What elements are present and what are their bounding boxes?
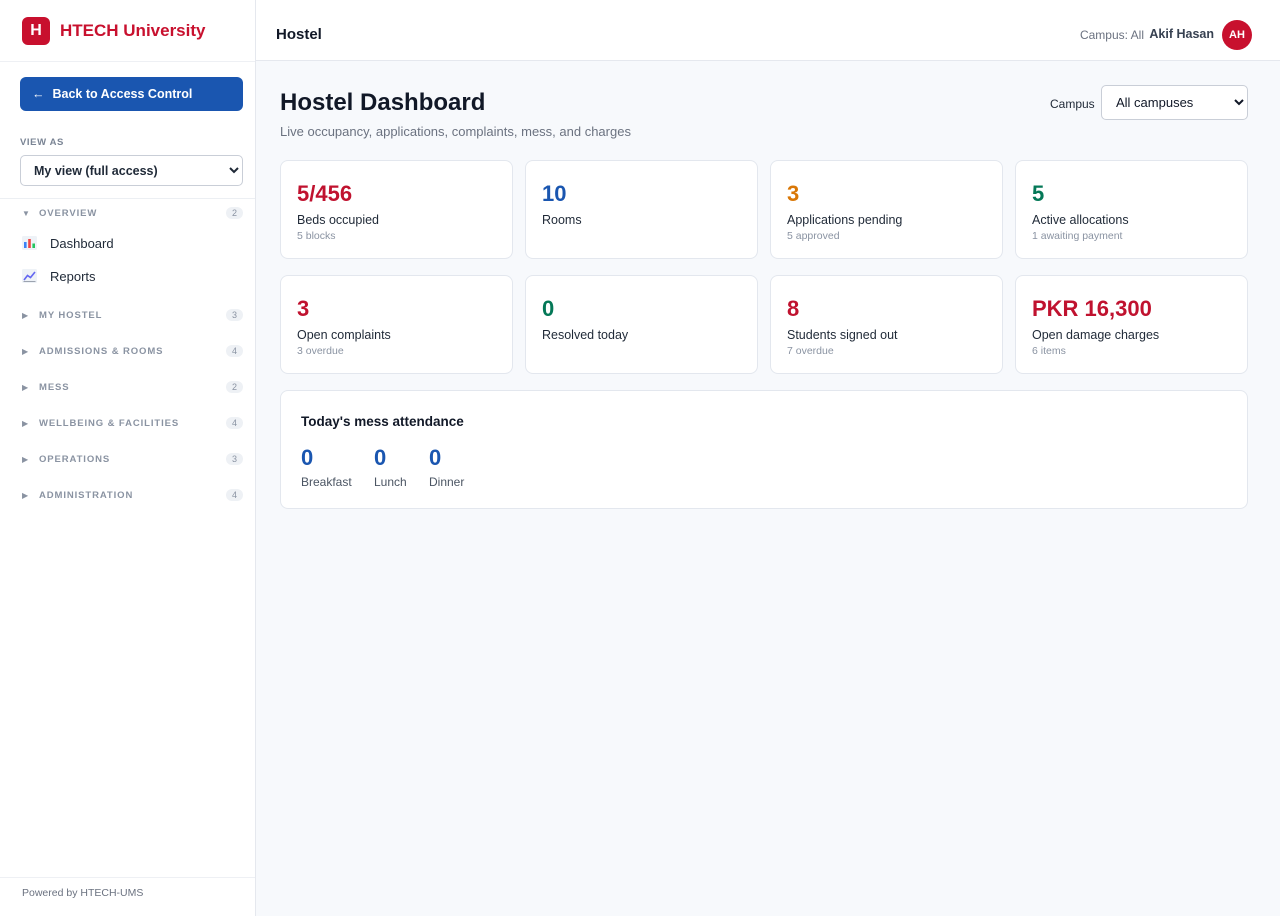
stat-value: 3: [297, 296, 310, 321]
stat-value: PKR 16,300: [1032, 296, 1152, 321]
nav-section-wellbeing-facilities[interactable]: ▶ WELLBEING & FACILITIES 4: [22, 415, 243, 431]
avatar[interactable]: AH: [1222, 20, 1252, 50]
stat-label: Beds occupied: [297, 213, 380, 227]
stat-value: 0: [542, 296, 555, 321]
arrow-left-icon: ←: [32, 87, 45, 101]
stat-label: Rooms: [542, 213, 582, 227]
meal-count: 0: [301, 445, 314, 470]
nav-section-count: 3: [225, 309, 243, 321]
nav-section-label: WELLBEING & FACILITIES: [39, 417, 180, 429]
brand-logo: H: [22, 16, 50, 45]
sidebar: H HTECH University ← Back to Access Cont…: [0, 0, 256, 916]
meal-count: 0: [429, 445, 442, 470]
stat-card-open-damage-charges: PKR 16,300 Open damage charges 6 items: [1015, 275, 1248, 374]
nav-section-label: MY HOSTEL: [39, 309, 103, 321]
line-chart-icon: [22, 269, 50, 283]
back-to-access-control-button[interactable]: ← Back to Access Control: [20, 77, 243, 111]
caret-right-icon: ▶: [22, 454, 29, 464]
nav-section-label: ADMISSIONS & ROOMS: [39, 345, 164, 357]
stat-value: 10: [542, 181, 567, 206]
sidebar-item-dashboard[interactable]: Dashboard: [22, 230, 243, 256]
mess-attendance-panel: Today's mess attendance 0 Breakfast 0 Lu…: [280, 390, 1248, 509]
stat-value: 5/456: [297, 181, 353, 206]
bar-chart-icon: [22, 236, 50, 250]
nav-section-count: 2: [225, 207, 243, 219]
caret-right-icon: ▶: [22, 346, 29, 356]
stat-card-resolved-today: 0 Resolved today: [525, 275, 758, 374]
stat-card-open-complaints: 3 Open complaints 3 overdue: [280, 275, 513, 374]
stat-subtext: 1 awaiting payment: [1032, 230, 1123, 242]
meal-label: Dinner: [429, 475, 465, 489]
stat-label: Resolved today: [542, 328, 629, 342]
nav-section-admissions-rooms[interactable]: ▶ ADMISSIONS & ROOMS 4: [22, 343, 243, 359]
topbar: Hostel Campus: All Akif Hasan AH: [256, 0, 1280, 61]
stat-value: 8: [787, 296, 800, 321]
nav-section-mess[interactable]: ▶ MESS 2: [22, 379, 243, 395]
meal-lunch: 0 Lunch: [374, 445, 407, 489]
stat-subtext: 7 overdue: [787, 345, 834, 357]
caret-right-icon: ▶: [22, 382, 29, 392]
stat-label: Active allocations: [1032, 213, 1129, 227]
page-title: Hostel Dashboard: [280, 89, 486, 116]
stat-label: Open damage charges: [1032, 328, 1160, 342]
stat-subtext: 3 overdue: [297, 345, 344, 357]
nav-section-label: ADMINISTRATION: [39, 489, 134, 501]
nav-section-my-hostel[interactable]: ▶ MY HOSTEL 3: [22, 307, 243, 323]
nav-section-count: 4: [225, 417, 243, 429]
top-title: Hostel: [276, 26, 322, 43]
stat-label: Open complaints: [297, 328, 391, 342]
stat-subtext: 5 approved: [787, 230, 840, 242]
caret-right-icon: ▶: [22, 490, 29, 500]
back-button-label: Back to Access Control: [52, 87, 193, 101]
stat-card-active-allocations: 5 Active allocations 1 awaiting payment: [1015, 160, 1248, 259]
meal-label: Lunch: [374, 475, 407, 489]
campus-filter-select[interactable]: All campuses: [1101, 85, 1248, 120]
nav-section-count: 4: [225, 345, 243, 357]
top-campus-indicator: Campus: All: [1079, 28, 1144, 42]
stat-card-students-signed-out: 8 Students signed out 7 overdue: [770, 275, 1003, 374]
stat-value: 3: [787, 181, 800, 206]
meal-dinner: 0 Dinner: [429, 445, 464, 489]
stat-label: Students signed out: [787, 328, 898, 342]
view-as-label: VIEW AS: [20, 137, 64, 148]
meal-count: 0: [374, 445, 387, 470]
stat-card-rooms: 10 Rooms: [525, 160, 758, 259]
nav-section-count: 4: [225, 489, 243, 501]
stat-subtext: 6 items: [1032, 345, 1066, 357]
nav-section-count: 2: [225, 381, 243, 393]
meal-breakfast: 0 Breakfast: [301, 445, 352, 489]
nav-section-label: OPERATIONS: [39, 453, 111, 465]
brand-name: HTECH University: [60, 20, 206, 40]
sidebar-item-label: Dashboard: [50, 235, 114, 251]
mess-attendance-title: Today's mess attendance: [301, 414, 464, 429]
stat-value: 5: [1032, 181, 1045, 206]
nav-section-overview[interactable]: ▼ OVERVIEW 2: [22, 205, 243, 221]
sidebar-divider: [0, 198, 255, 199]
nav-section-administration[interactable]: ▶ ADMINISTRATION 4: [22, 487, 243, 503]
user-name[interactable]: Akif Hasan: [1149, 27, 1214, 41]
sidebar-item-label: Reports: [50, 268, 96, 284]
nav-section-count: 3: [225, 453, 243, 465]
caret-down-icon: ▼: [22, 208, 30, 218]
stat-card-beds-occupied: 5/456 Beds occupied 5 blocks: [280, 160, 513, 259]
stat-label: Applications pending: [787, 213, 903, 227]
powered-by-footer: Powered by HTECH-UMS: [0, 877, 255, 899]
page-subtitle: Live occupancy, applications, complaints…: [280, 124, 631, 139]
sidebar-item-reports[interactable]: Reports: [22, 263, 243, 289]
nav-section-label: OVERVIEW: [39, 207, 98, 219]
caret-right-icon: ▶: [22, 310, 29, 320]
stat-subtext: 5 blocks: [297, 230, 336, 242]
stat-card-applications-pending: 3 Applications pending 5 approved: [770, 160, 1003, 259]
view-as-select[interactable]: My view (full access): [20, 155, 243, 186]
meal-label: Breakfast: [301, 475, 352, 489]
campus-filter-label: Campus: [1050, 97, 1095, 111]
brand[interactable]: H HTECH University: [0, 0, 255, 62]
caret-right-icon: ▶: [22, 418, 29, 428]
nav-section-label: MESS: [39, 381, 70, 393]
nav-section-operations[interactable]: ▶ OPERATIONS 3: [22, 451, 243, 467]
